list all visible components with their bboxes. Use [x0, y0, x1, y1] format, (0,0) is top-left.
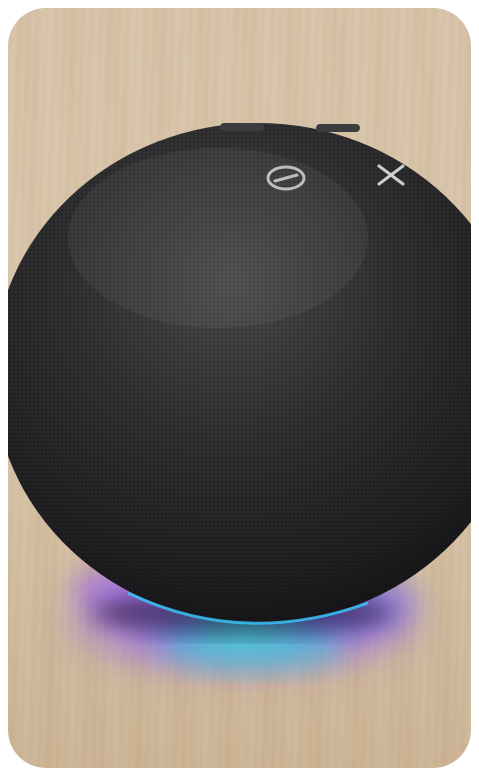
- speaker-sphere: [8, 123, 471, 623]
- speaker-scene: [8, 123, 471, 683]
- volume-up-button[interactable]: [316, 124, 360, 132]
- photo-card: [8, 8, 471, 768]
- volume-down-button[interactable]: [220, 123, 264, 131]
